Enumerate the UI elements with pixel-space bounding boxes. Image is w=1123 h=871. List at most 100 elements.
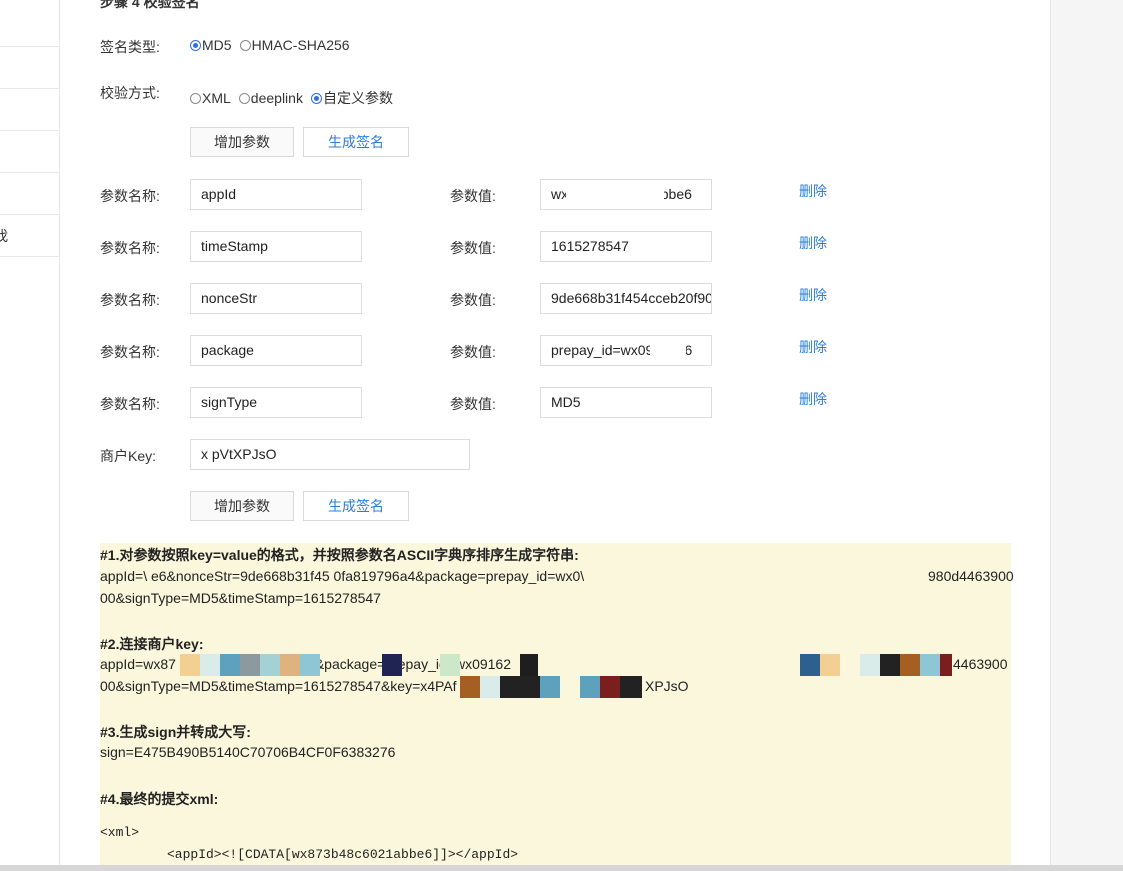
delete-param-link[interactable]: 删除 (799, 337, 827, 357)
radio-custom-params[interactable]: 自定义参数 (310, 88, 393, 108)
param-value-label: 参数值: (450, 240, 496, 256)
sidebar-item[interactable] (0, 4, 59, 47)
delete-param-link[interactable]: 删除 (799, 233, 827, 253)
step4-title: #4.最终的提交xml: (100, 791, 219, 807)
radio-deeplink-label: deeplink (250, 90, 303, 106)
result-panel: #1.对参数按照key=value的格式，并按照参数名ASCII字典序排序生成字… (100, 543, 1014, 871)
redaction-block (580, 676, 600, 698)
step2-title: #2.连接商户key: (100, 636, 204, 652)
radio-xml[interactable]: XML (190, 90, 231, 106)
xml-line: <xml> (100, 825, 140, 840)
sidebar-item[interactable] (0, 46, 59, 89)
redaction-block (540, 676, 560, 698)
step2-string-line2: 00&signType=MD5&timeStamp=1615278547&key… (100, 678, 457, 694)
redaction-block (260, 654, 280, 676)
verify-mode-radio-group: XML deeplink 自定义参数 (190, 88, 401, 108)
delete-param-link[interactable]: 删除 (799, 181, 827, 201)
radio-custom-params-label: 自定义参数 (322, 90, 393, 106)
step2-string-line1-tail: 4463900 (953, 656, 1008, 672)
param-value-input[interactable]: 1615278547 (540, 231, 712, 262)
redaction-block (940, 654, 952, 676)
redaction-block (460, 676, 480, 698)
param-name-input[interactable]: nonceStr (190, 283, 362, 314)
redaction-mask (566, 181, 664, 208)
add-param-button[interactable]: 增加参数 (190, 127, 294, 157)
merchant-key-label: 商户Key: (100, 448, 157, 464)
step2-string-line2-tail: XPJsO (645, 678, 689, 694)
param-value-label: 参数值: (450, 396, 496, 412)
section-heading: 步骤 4 校验签名 (100, 0, 200, 10)
redaction-block (600, 676, 620, 698)
param-name-label: 参数名称: (100, 396, 160, 412)
param-value-input[interactable]: prepay_id=wx0916276 (540, 335, 712, 366)
sidebar-item-label: 戕 (0, 228, 8, 244)
param-name-label: 参数名称: (100, 240, 160, 256)
radio-hmac-sha256-label: HMAC-SHA256 (251, 37, 350, 53)
sign-type-radio-group: MD5 HMAC-SHA256 (190, 37, 358, 53)
delete-param-link[interactable]: 删除 (799, 389, 827, 409)
step1-title: #1.对参数按照key=value的格式，并按照参数名ASCII字典序排序生成字… (100, 547, 579, 563)
redaction-block (800, 654, 820, 676)
radio-xml-circle[interactable] (190, 92, 201, 104)
redaction-block (900, 654, 920, 676)
radio-deeplink[interactable]: deeplink (238, 90, 303, 106)
xml-line: <appId><![CDATA[wx873b48c6021abbe6]]></a… (167, 847, 519, 862)
step1-string-line2: 00&signType=MD5&timeStamp=1615278547 (100, 590, 381, 606)
horizontal-scrollbar[interactable] (0, 865, 1123, 871)
radio-md5-label: MD5 (202, 37, 232, 53)
redaction-block (180, 654, 200, 676)
delete-param-link[interactable]: 删除 (799, 285, 827, 305)
redaction-block (820, 654, 840, 676)
redaction-block (220, 654, 240, 676)
redaction-block (200, 654, 220, 676)
sidebar: 戕 (0, 0, 60, 871)
radio-hmac-sha256[interactable]: HMAC-SHA256 (239, 37, 350, 53)
redaction-mask (650, 337, 686, 364)
radio-custom-params-circle[interactable] (310, 92, 322, 104)
sign-value: sign=E475B490B5140C70706B4CF0F6383276 (100, 744, 396, 760)
param-value-label: 参数值: (450, 292, 496, 308)
param-value-label: 参数值: (450, 344, 496, 360)
radio-hmac-sha256-circle[interactable] (239, 39, 251, 51)
param-name-input[interactable]: package (190, 335, 362, 366)
redaction-block (860, 654, 880, 676)
param-value-input[interactable]: 9de668b31f454cceb20f90 (540, 283, 712, 314)
step1-string-line1: appId=\ e6&nonceStr=9de668b31f45 0fa8197… (100, 568, 585, 584)
param-name-input[interactable]: signType (190, 387, 362, 418)
redaction-block (480, 676, 500, 698)
redaction-block (300, 654, 320, 676)
redaction-block (520, 654, 538, 676)
redaction-block (500, 676, 540, 698)
redaction-block (620, 676, 642, 698)
sidebar-item[interactable] (0, 130, 59, 173)
sidebar-item[interactable]: 戕 (0, 214, 59, 257)
step1-string-line1-tail: 980d4463900 (928, 568, 1014, 584)
generate-sign-button[interactable]: 生成签名 (303, 127, 409, 157)
radio-md5[interactable]: MD5 (190, 37, 232, 53)
param-name-label: 参数名称: (100, 344, 160, 360)
redaction-block (880, 654, 900, 676)
param-name-label: 参数名称: (100, 188, 160, 204)
sidebar-item[interactable] (0, 172, 59, 215)
redaction-block (440, 654, 460, 676)
radio-xml-label: XML (202, 90, 231, 106)
param-name-label: 参数名称: (100, 292, 160, 308)
param-name-input[interactable]: timeStamp (190, 231, 362, 262)
sign-type-label: 签名类型: (100, 39, 160, 55)
redaction-block (382, 654, 402, 676)
redaction-block (280, 654, 300, 676)
radio-md5-circle[interactable] (190, 39, 201, 51)
merchant-key-input[interactable]: x pVtXPJsO (190, 439, 470, 470)
redaction-block (240, 654, 260, 676)
param-name-input[interactable]: appId (190, 179, 362, 210)
verify-mode-label: 校验方式: (100, 85, 160, 101)
right-pane (1050, 0, 1123, 871)
step3-title: #3.生成sign并转成大写: (100, 724, 251, 740)
sidebar-item[interactable] (0, 88, 59, 131)
param-value-input[interactable]: MD5 (540, 387, 712, 418)
generate-sign-button[interactable]: 生成签名 (303, 491, 409, 521)
param-value-label: 参数值: (450, 188, 496, 204)
radio-deeplink-circle[interactable] (238, 92, 250, 104)
add-param-button[interactable]: 增加参数 (190, 491, 294, 521)
redaction-block (920, 654, 940, 676)
